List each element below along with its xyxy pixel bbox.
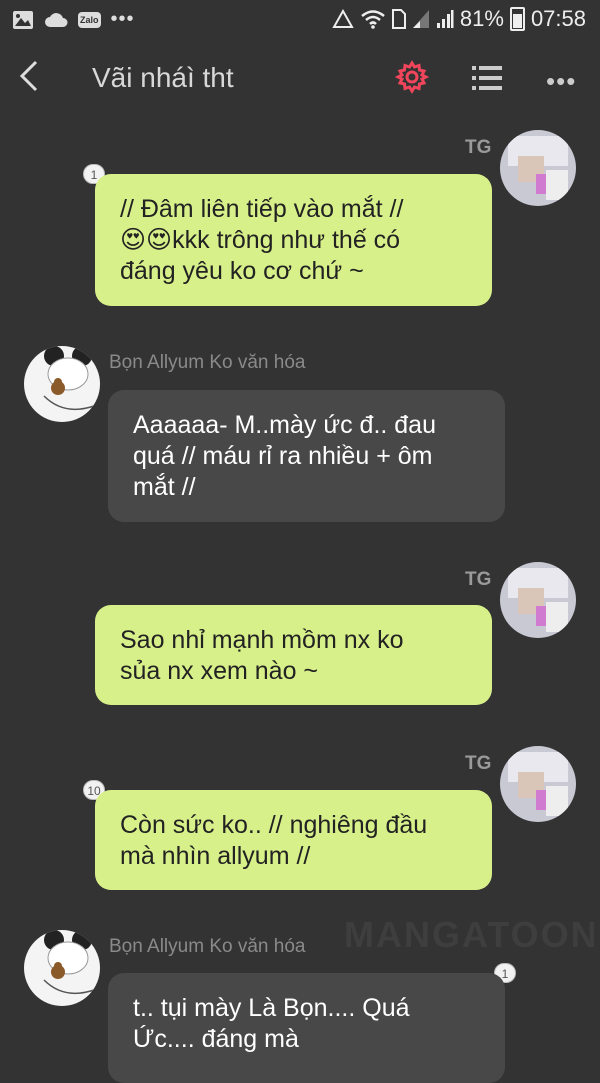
- avatar-tg[interactable]: [500, 746, 576, 822]
- cloud-icon: [45, 12, 68, 27]
- battery-percent: 81%: [459, 6, 504, 31]
- more-options-icon[interactable]: •••: [546, 66, 576, 97]
- avatar-tg[interactable]: [500, 130, 576, 206]
- clock: 07:58: [530, 6, 586, 31]
- message-line: Sao nhỉ mạnh mồm nx ko: [120, 626, 404, 654]
- message-line: sủa nx xem nào ~: [120, 657, 319, 685]
- chat-bubble[interactable]: Còn sức ko.. // nghiêng đầu mà nhìn ally…: [95, 790, 492, 890]
- message-line: mắt //: [133, 473, 196, 501]
- sim-icon: [391, 9, 406, 29]
- sender-name: Bọn Allyum Ko văn hóa: [109, 936, 306, 957]
- avatar-allyum[interactable]: [24, 930, 100, 1006]
- more-dots-icon: •••: [110, 8, 135, 30]
- image-icon: [13, 10, 33, 29]
- signal-1-icon: [412, 10, 429, 28]
- message-line: 😍😍kkk trông như thế có: [120, 226, 401, 254]
- message-line: // Đâm liên tiếp vào mắt //: [120, 195, 404, 223]
- message-line: quá // máu rỉ ra nhiều + ôm: [133, 442, 433, 470]
- watermark: MANGATOON: [344, 914, 599, 955]
- back-icon[interactable]: [14, 58, 44, 94]
- avatar-allyum[interactable]: [24, 346, 100, 422]
- status-bar: Zalo ••• 81% 07:58: [0, 0, 600, 42]
- signal-2-icon: [436, 10, 454, 28]
- menu-list-icon[interactable]: [472, 64, 502, 92]
- chat-bubble[interactable]: // Đâm liên tiếp vào mắt // 😍😍kkk trông …: [95, 174, 492, 306]
- sender-name: TG: [465, 753, 492, 774]
- wifi-icon: [361, 10, 385, 29]
- message-line: t.. tụi mày Là Bọn.... Quá: [133, 994, 410, 1022]
- sender-name: TG: [465, 569, 492, 590]
- message-line: Còn sức ko.. // nghiêng đầu: [120, 811, 428, 839]
- battery-icon: [509, 7, 525, 31]
- settings-gear-icon[interactable]: [395, 60, 429, 94]
- avatar-tg[interactable]: [500, 562, 576, 638]
- message-line: Aaaaaa- M..mày ức đ.. đau: [133, 411, 436, 439]
- zalo-icon: Zalo: [78, 11, 101, 28]
- message-line: Ức.... đáng mà: [133, 1025, 299, 1053]
- chat-bubble[interactable]: Sao nhỉ mạnh mồm nx ko sủa nx xem nào ~: [95, 605, 492, 705]
- message-line: đáng yêu ko cơ chứ ~: [120, 257, 364, 285]
- chat-title: Vãi nháì tht: [92, 62, 234, 93]
- chat-bubble[interactable]: Aaaaaa- M..mày ức đ.. đau quá // máu rỉ …: [108, 390, 505, 522]
- data-saver-icon: [332, 9, 354, 28]
- message-line: mà nhìn allyum //: [120, 842, 311, 870]
- chat-toolbar: Vãi nháì tht •••: [0, 42, 600, 114]
- sender-name: Bọn Allyum Ko văn hóa: [109, 352, 306, 373]
- sender-name: TG: [465, 137, 492, 158]
